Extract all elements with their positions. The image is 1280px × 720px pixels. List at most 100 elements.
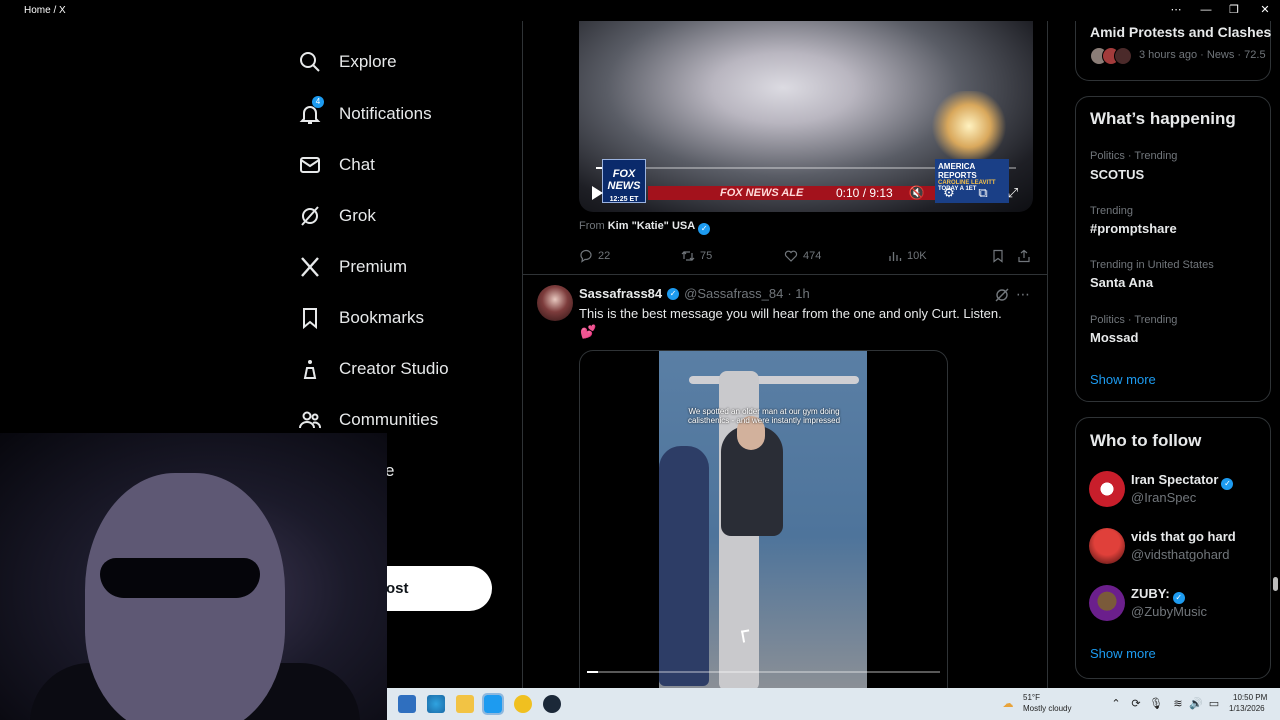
- show-more-link[interactable]: Show more: [1090, 372, 1156, 387]
- chevron-up-icon[interactable]: ⌃: [1109, 697, 1123, 711]
- account-name[interactable]: ZUBY: ✓: [1131, 586, 1185, 604]
- battery-icon[interactable]: ▭: [1207, 697, 1221, 711]
- page-scrollbar[interactable]: [1271, 21, 1280, 688]
- sync-icon[interactable]: ⟳: [1129, 697, 1143, 711]
- avatar[interactable]: [1089, 471, 1125, 507]
- nav-label: Premium: [339, 257, 408, 276]
- bookmark-icon: [991, 249, 1005, 263]
- verified-icon: ✓: [698, 223, 711, 235]
- reply-icon: [579, 249, 593, 263]
- fullscreen-icon[interactable]: ⤢: [1004, 184, 1022, 202]
- scrollbar-thumb[interactable]: [1273, 577, 1278, 591]
- x-app-icon[interactable]: [482, 693, 504, 715]
- avatar[interactable]: [1089, 528, 1125, 564]
- trend-name[interactable]: Santa Ana: [1090, 275, 1153, 290]
- restore-icon[interactable]: ❐: [1219, 2, 1249, 18]
- browser-app-icon[interactable]: [427, 695, 445, 713]
- flask-icon: [298, 357, 322, 381]
- bell-icon: 4: [298, 96, 324, 126]
- account-name[interactable]: Iran Spectator ✓: [1131, 472, 1234, 490]
- clock-date[interactable]: 1/13/2026: [1229, 704, 1265, 713]
- source-attribution: From Kim "Katie" USA ✓: [579, 220, 711, 235]
- trend-name[interactable]: Mossad: [1090, 330, 1138, 345]
- show-more-link[interactable]: Show more: [1090, 646, 1156, 661]
- two-hearts-emoji: 💕: [580, 324, 597, 339]
- pip-icon[interactable]: ⧉: [974, 184, 992, 202]
- grok-icon: [298, 204, 322, 228]
- calculator-app-icon[interactable]: [398, 695, 416, 713]
- post-time[interactable]: · 1h: [787, 286, 809, 301]
- nav-item-bookmarks[interactable]: Bookmarks: [298, 303, 424, 333]
- nav-label: Notifications: [339, 104, 432, 123]
- more-options-icon[interactable]: ⋯: [1016, 286, 1030, 303]
- video-progress-fill: [587, 671, 598, 673]
- trend-category: Trending in United States: [1090, 259, 1214, 271]
- repost-icon: [681, 249, 695, 263]
- weather-icon[interactable]: ☁: [1001, 697, 1015, 711]
- nav-label: Explore: [339, 52, 397, 71]
- people-icon: [298, 408, 322, 432]
- avatar[interactable]: [537, 285, 573, 321]
- nav-item-premium[interactable]: Premium: [298, 252, 407, 282]
- puzzle-app-icon[interactable]: [514, 695, 532, 713]
- account-handle[interactable]: @ZubyMusic: [1131, 604, 1207, 619]
- browser-title-bar: Home / X ⋯ — ❐ ✕: [0, 0, 1280, 21]
- wifi-icon[interactable]: ≋: [1171, 697, 1185, 711]
- nav-item-grok[interactable]: Grok: [298, 201, 376, 231]
- mail-icon: [298, 153, 322, 177]
- video-caption: We spotted an older man at our gym doing…: [687, 407, 841, 425]
- settings-icon[interactable]: ⚙: [940, 184, 958, 202]
- reply-button[interactable]: 22: [579, 247, 610, 265]
- verified-icon: ✓: [1172, 592, 1185, 604]
- share-icon: [1017, 249, 1031, 263]
- close-icon[interactable]: ✕: [1250, 2, 1280, 18]
- share-button[interactable]: [1017, 247, 1036, 265]
- weather-description: Mostly cloudy: [1023, 704, 1072, 713]
- panel-title: What’s happening: [1090, 109, 1236, 128]
- nav-label: Chat: [339, 155, 375, 174]
- trend-name[interactable]: SCOTUS: [1090, 167, 1144, 182]
- heart-icon: [784, 249, 798, 263]
- clock-time[interactable]: 10:50 PM: [1233, 693, 1267, 702]
- bookmark-icon: [298, 306, 322, 330]
- account-name[interactable]: vids that go hard: [1131, 529, 1236, 544]
- author-name[interactable]: Sassafrass84: [579, 286, 662, 301]
- nav-item-communities[interactable]: Communities: [298, 405, 438, 435]
- minimize-icon[interactable]: —: [1191, 2, 1221, 18]
- nav-item-notifications[interactable]: 4 Notifications: [298, 96, 432, 129]
- news-trend-card[interactable]: Amid Protests and Clashes 3 hours ago · …: [1075, 21, 1271, 81]
- chart-icon: [888, 249, 902, 263]
- nav-item-explore[interactable]: Explore: [298, 47, 397, 77]
- post-button[interactable]: ost: [386, 566, 492, 611]
- views-button[interactable]: 10K: [888, 247, 927, 265]
- account-handle[interactable]: @IranSpec: [1131, 490, 1196, 505]
- machine-bar: [689, 376, 859, 384]
- mute-icon[interactable]: 🔇: [908, 184, 926, 202]
- volume-icon[interactable]: 🔊: [1189, 697, 1203, 711]
- repost-button[interactable]: 75: [681, 247, 712, 265]
- steam-app-icon[interactable]: [543, 695, 561, 713]
- weather-temperature: 51°F: [1023, 693, 1040, 702]
- source-name[interactable]: Kim "Katie" USA: [608, 220, 695, 232]
- more-options-icon[interactable]: ⋯: [1161, 2, 1191, 18]
- microphone-icon[interactable]: 🎙: [1149, 697, 1163, 711]
- grok-icon[interactable]: [994, 287, 1010, 303]
- nav-item-chat[interactable]: Chat: [298, 150, 375, 180]
- video-controls: 0:10 / 9:13 🔇 ⚙ ⧉ ⤢: [590, 184, 1026, 204]
- nav-label: Communities: [339, 410, 439, 429]
- trend-name[interactable]: #promptshare: [1090, 221, 1177, 236]
- window-title: Home / X: [24, 5, 66, 16]
- nav-label: Creator Studio: [339, 359, 449, 378]
- like-button[interactable]: 474: [784, 247, 821, 265]
- verified-icon: ✓: [1221, 478, 1234, 490]
- news-meta: 3 hours ago · News · 72.5: [1139, 49, 1266, 61]
- account-handle[interactable]: @vidsthatgohard: [1131, 547, 1229, 562]
- file-explorer-icon[interactable]: [456, 695, 474, 713]
- play-icon[interactable]: [592, 186, 603, 200]
- avatar[interactable]: [1089, 585, 1125, 621]
- bookmark-button[interactable]: [991, 247, 1010, 265]
- trend-category: Trending: [1090, 205, 1134, 217]
- author-handle[interactable]: @Sassafrass_84: [684, 286, 783, 301]
- video-progress-bar[interactable]: [587, 671, 940, 673]
- nav-item-creator-studio[interactable]: Creator Studio: [298, 354, 449, 384]
